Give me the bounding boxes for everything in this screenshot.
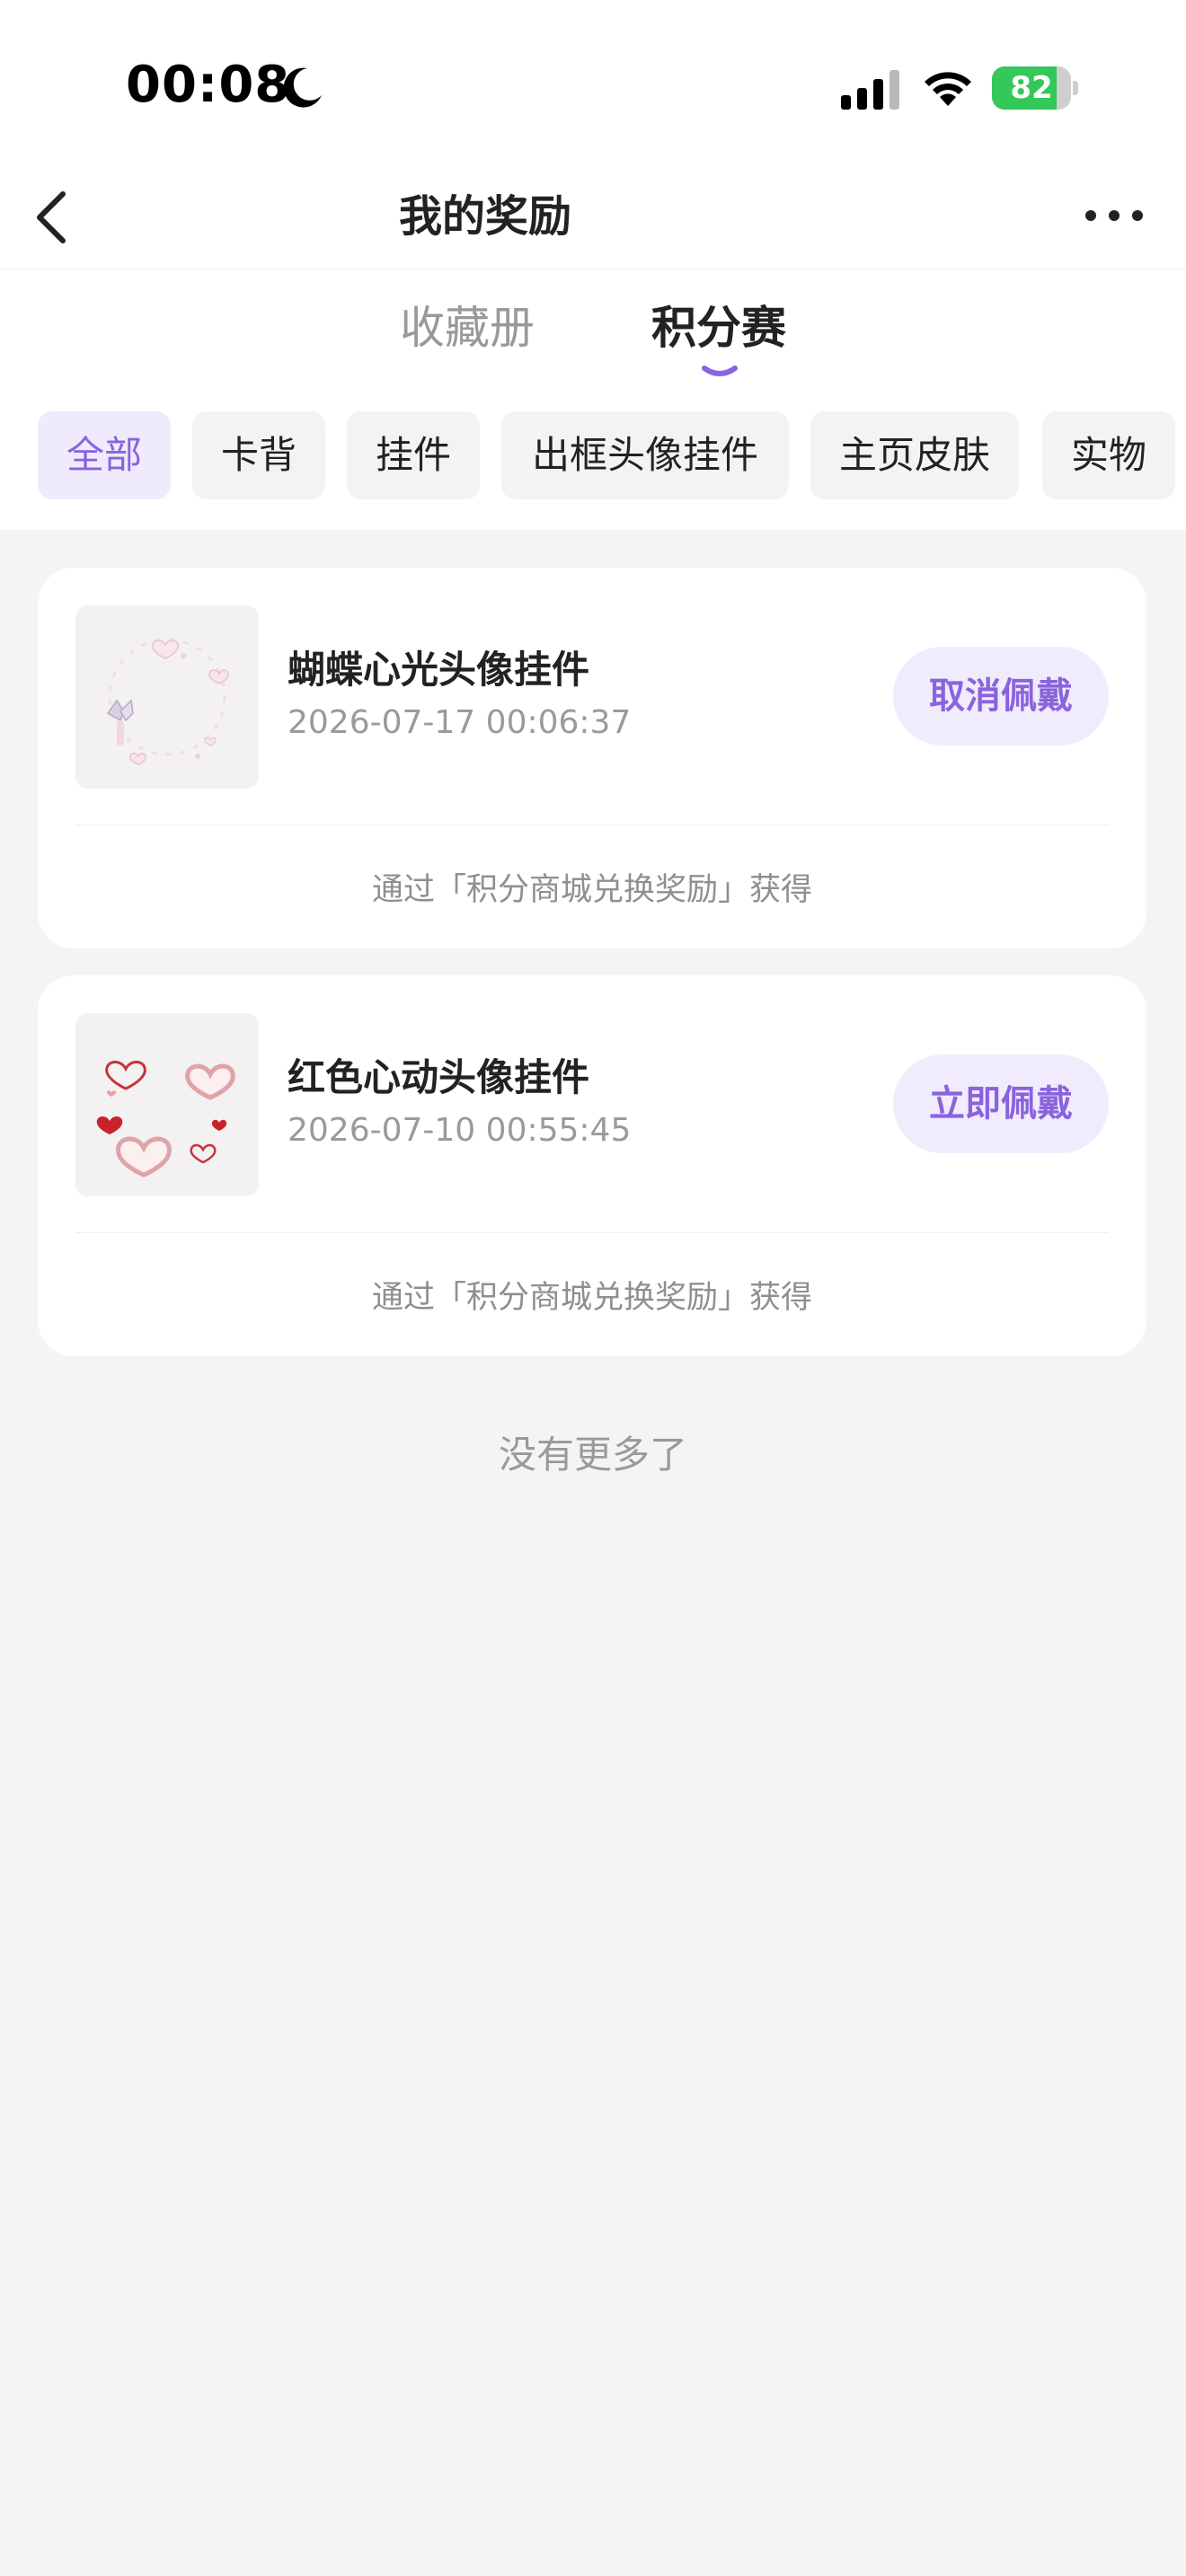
- equip-button[interactable]: 立即佩戴: [893, 1054, 1109, 1153]
- unequip-button[interactable]: 取消佩戴: [893, 647, 1109, 745]
- reward-name: 红色心动头像挂件: [288, 1055, 590, 1099]
- butterfly-heart-pendant-image: [75, 605, 259, 789]
- wifi-icon: [925, 72, 971, 106]
- reward-thumbnail: [75, 1013, 259, 1196]
- tab-active-indicator: [702, 366, 738, 376]
- reward-date: 2026-07-10 00:55:45: [288, 1112, 632, 1149]
- card-divider: [75, 1232, 1109, 1233]
- battery-body: 82: [992, 66, 1071, 110]
- status-bar: 00:08 82: [0, 0, 1186, 171]
- reward-source: 通过「积分商城兑换奖励」获得: [371, 1280, 812, 1316]
- moon-icon: [283, 67, 322, 108]
- signal-icon: [841, 70, 899, 110]
- tab-bar: 收藏册 积分赛: [0, 269, 1186, 386]
- reward-source: 通过「积分商城兑换奖励」获得: [371, 872, 812, 908]
- battery-percent: 82: [1010, 70, 1053, 106]
- filter-chip-all[interactable]: 全部: [38, 411, 171, 499]
- filter-chip-frame-avatar-pendant[interactable]: 出框头像挂件: [501, 411, 789, 499]
- status-time: 00:08: [126, 56, 291, 114]
- rewards-page: 00:08 82 我的奖励 收藏册 积分赛 全部 卡背 挂件 出框头像挂件 主页…: [0, 0, 1186, 2576]
- red-heart-pendant-image: [75, 1013, 259, 1196]
- reward-date: 2026-07-17 00:06:37: [288, 704, 632, 741]
- filter-chips: 全部 卡背 挂件 出框头像挂件 主页皮肤 实物: [0, 411, 1186, 501]
- reward-name: 蝴蝶心光头像挂件: [288, 648, 590, 692]
- battery-cap: [1073, 81, 1078, 95]
- reward-card: 红色心动头像挂件 2026-07-10 00:55:45 立即佩戴 通过「积分商…: [38, 975, 1146, 1356]
- filter-chip-physical[interactable]: 实物: [1042, 411, 1175, 499]
- nav-bar: 我的奖励: [0, 171, 1186, 269]
- tab-collection[interactable]: 收藏册: [395, 296, 539, 359]
- chevron-left-icon[interactable]: [25, 185, 79, 250]
- more-horizontal-icon[interactable]: [1078, 198, 1150, 234]
- battery-icon: 82: [992, 66, 1078, 110]
- tab-points-race[interactable]: 积分赛: [647, 296, 791, 359]
- reward-thumbnail: [75, 605, 259, 789]
- filter-chip-homepage-skin[interactable]: 主页皮肤: [810, 411, 1019, 499]
- filter-chip-pendant[interactable]: 挂件: [347, 411, 480, 499]
- page-title: 我的奖励: [398, 191, 571, 242]
- filter-chip-card-back[interactable]: 卡背: [192, 411, 325, 499]
- end-of-list-text: 没有更多了: [498, 1433, 687, 1477]
- reward-card: 蝴蝶心光头像挂件 2026-07-17 00:06:37 取消佩戴 通过「积分商…: [38, 568, 1146, 948]
